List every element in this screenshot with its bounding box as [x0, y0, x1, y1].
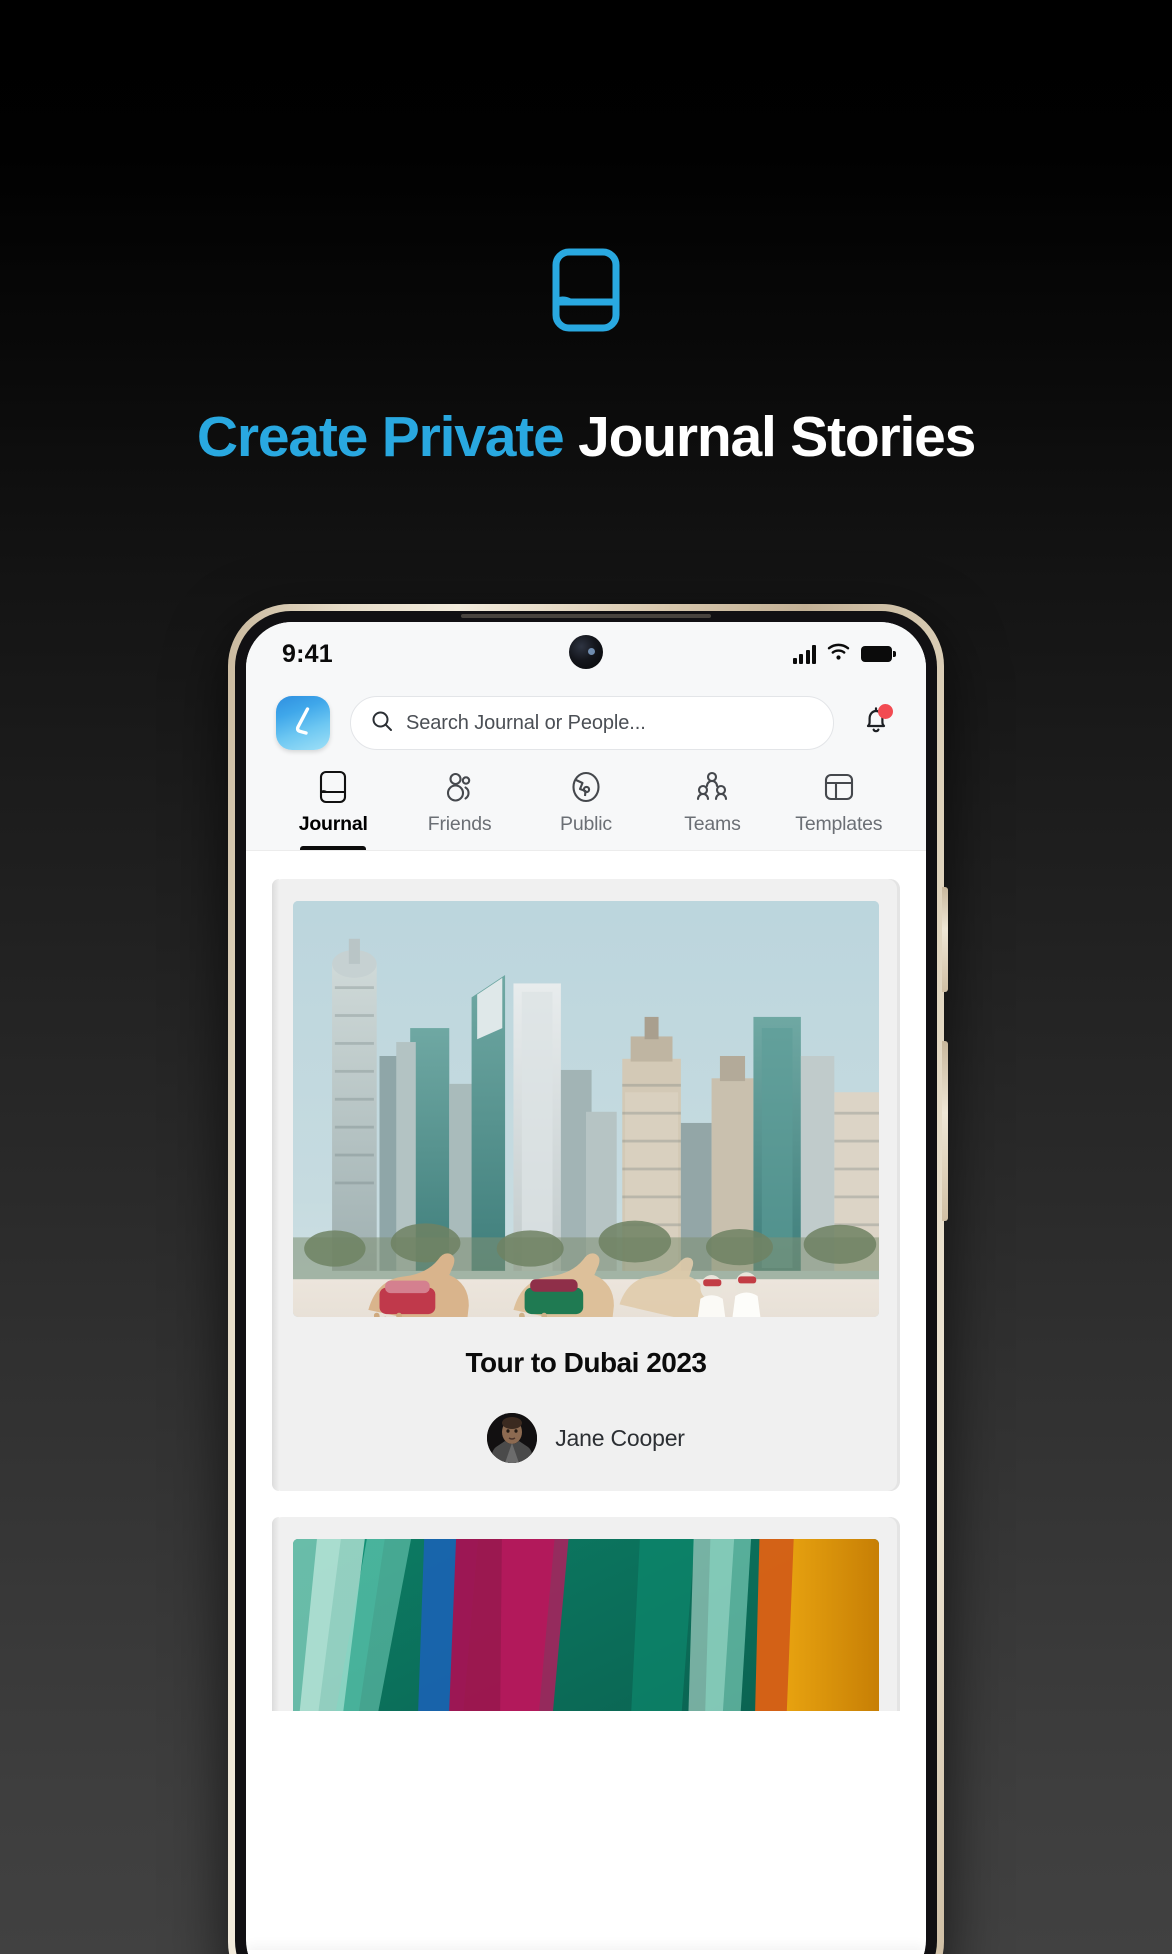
app-top-bar: Search Journal or People...: [246, 686, 926, 770]
card-author[interactable]: Jane Cooper: [293, 1413, 879, 1463]
phone-mockup: 9:41 Search Journal or People... Journal…: [228, 604, 948, 1954]
avatar: [487, 1413, 538, 1463]
teams-group-icon: [694, 770, 730, 804]
tab-friends[interactable]: Friends: [396, 770, 522, 850]
tab-label: Friends: [427, 813, 492, 835]
hero-logo: [0, 248, 1172, 337]
phone-earpiece-speaker: [461, 614, 711, 618]
search-input[interactable]: Search Journal or People...: [350, 696, 834, 750]
search-icon: [371, 710, 393, 737]
tab-journal[interactable]: Journal: [270, 770, 396, 850]
card-title: Tour to Dubai 2023: [465, 1347, 707, 1378]
tab-templates[interactable]: Templates: [776, 770, 902, 850]
layout-template-icon: [823, 770, 855, 804]
battery-icon: [861, 646, 896, 662]
journal-book-icon: [319, 770, 347, 804]
tab-teams[interactable]: Teams: [649, 770, 775, 850]
journal-feed[interactable]: Tour to Dubai 2023 Jane Cooper: [246, 851, 926, 1711]
journal-card[interactable]: Tour to Dubai 2023 Jane Cooper: [272, 879, 900, 1491]
bottom-nav-bar[interactable]: [246, 1950, 926, 1954]
globe-icon: [570, 770, 602, 804]
phone-screen: 9:41 Search Journal or People... Journal…: [246, 622, 926, 1954]
status-indicators: [792, 642, 896, 666]
wifi-icon: [827, 642, 850, 666]
page-title-accent: Create Private: [196, 405, 565, 469]
front-camera-icon: [569, 635, 603, 669]
tab-public[interactable]: Public: [523, 770, 649, 850]
phone-volume-button[interactable]: [942, 887, 948, 992]
tab-label: Templates: [795, 813, 883, 835]
card-cover-image: [293, 1539, 879, 1711]
tab-bar: Journal Friends Public Teams Templates: [246, 770, 926, 851]
friends-people-icon: [443, 770, 477, 804]
page-title: Create Private Journal Stories: [0, 404, 1172, 470]
tab-label: Public: [560, 813, 612, 835]
status-time: 9:41: [282, 639, 333, 668]
tab-label: Teams: [684, 813, 741, 835]
journal-card[interactable]: [272, 1517, 900, 1711]
notification-button[interactable]: [854, 701, 898, 745]
notification-badge: [878, 704, 893, 719]
author-name: Jane Cooper: [555, 1424, 685, 1451]
status-bar: 9:41: [246, 622, 926, 686]
page-title-rest: Journal Stories: [563, 405, 976, 469]
journal-book-icon: [552, 248, 620, 337]
app-logo-icon[interactable]: [276, 696, 330, 750]
tab-label: Journal: [298, 813, 368, 835]
phone-power-button[interactable]: [942, 1041, 948, 1221]
cellular-signal-icon: [792, 644, 816, 664]
promo-screenshot: Create Private Journal Stories 9:41 Sear…: [0, 0, 1172, 1954]
search-placeholder: Search Journal or People...: [406, 711, 646, 734]
card-cover-image: [293, 901, 879, 1317]
phone-bezel: 9:41 Search Journal or People... Journal…: [235, 611, 937, 1954]
